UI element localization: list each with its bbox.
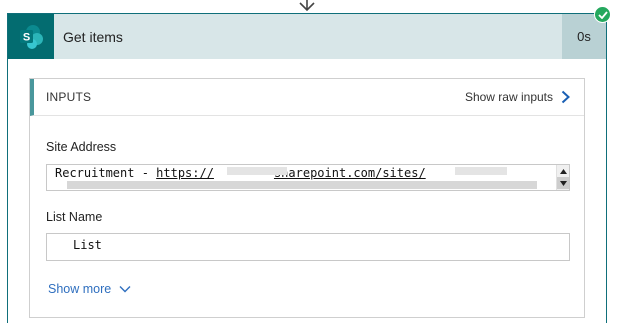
list-name-value: List: [73, 238, 102, 252]
redacted-text: [455, 167, 507, 175]
down-arrow-icon: [299, 0, 315, 12]
show-raw-inputs-label: Show raw inputs: [464, 90, 553, 104]
show-more-label: Show more: [48, 282, 112, 296]
site-address-label: Site Address: [46, 140, 117, 154]
sharepoint-icon: S: [8, 14, 54, 59]
action-card-get-items[interactable]: S Get items 0s INPUTS Show raw inputs Si…: [7, 13, 607, 323]
show-more-link[interactable]: Show more: [48, 282, 131, 296]
card-title: Get items: [63, 28, 123, 45]
list-name-field[interactable]: List: [46, 233, 570, 261]
scrollbar[interactable]: [556, 165, 569, 190]
inputs-title: INPUTS: [46, 90, 92, 104]
card-header[interactable]: S Get items 0s: [8, 14, 606, 59]
success-check-icon: [594, 6, 611, 23]
inputs-header: INPUTS Show raw inputs: [30, 79, 584, 116]
inputs-panel: INPUTS Show raw inputs Site Address Recr…: [29, 78, 585, 318]
list-name-label: List Name: [46, 210, 103, 224]
scroll-down-icon[interactable]: [557, 177, 569, 189]
scroll-up-icon[interactable]: [557, 165, 569, 177]
chevron-right-icon: [561, 90, 570, 104]
show-raw-inputs-link[interactable]: Show raw inputs: [465, 90, 570, 104]
svg-text:S: S: [23, 31, 30, 43]
redacted-text: [67, 181, 537, 189]
redacted-text: [227, 167, 287, 175]
site-address-field[interactable]: Recruitment - https://sharepoint.com/sit…: [46, 164, 570, 191]
chevron-down-icon: [119, 286, 131, 293]
